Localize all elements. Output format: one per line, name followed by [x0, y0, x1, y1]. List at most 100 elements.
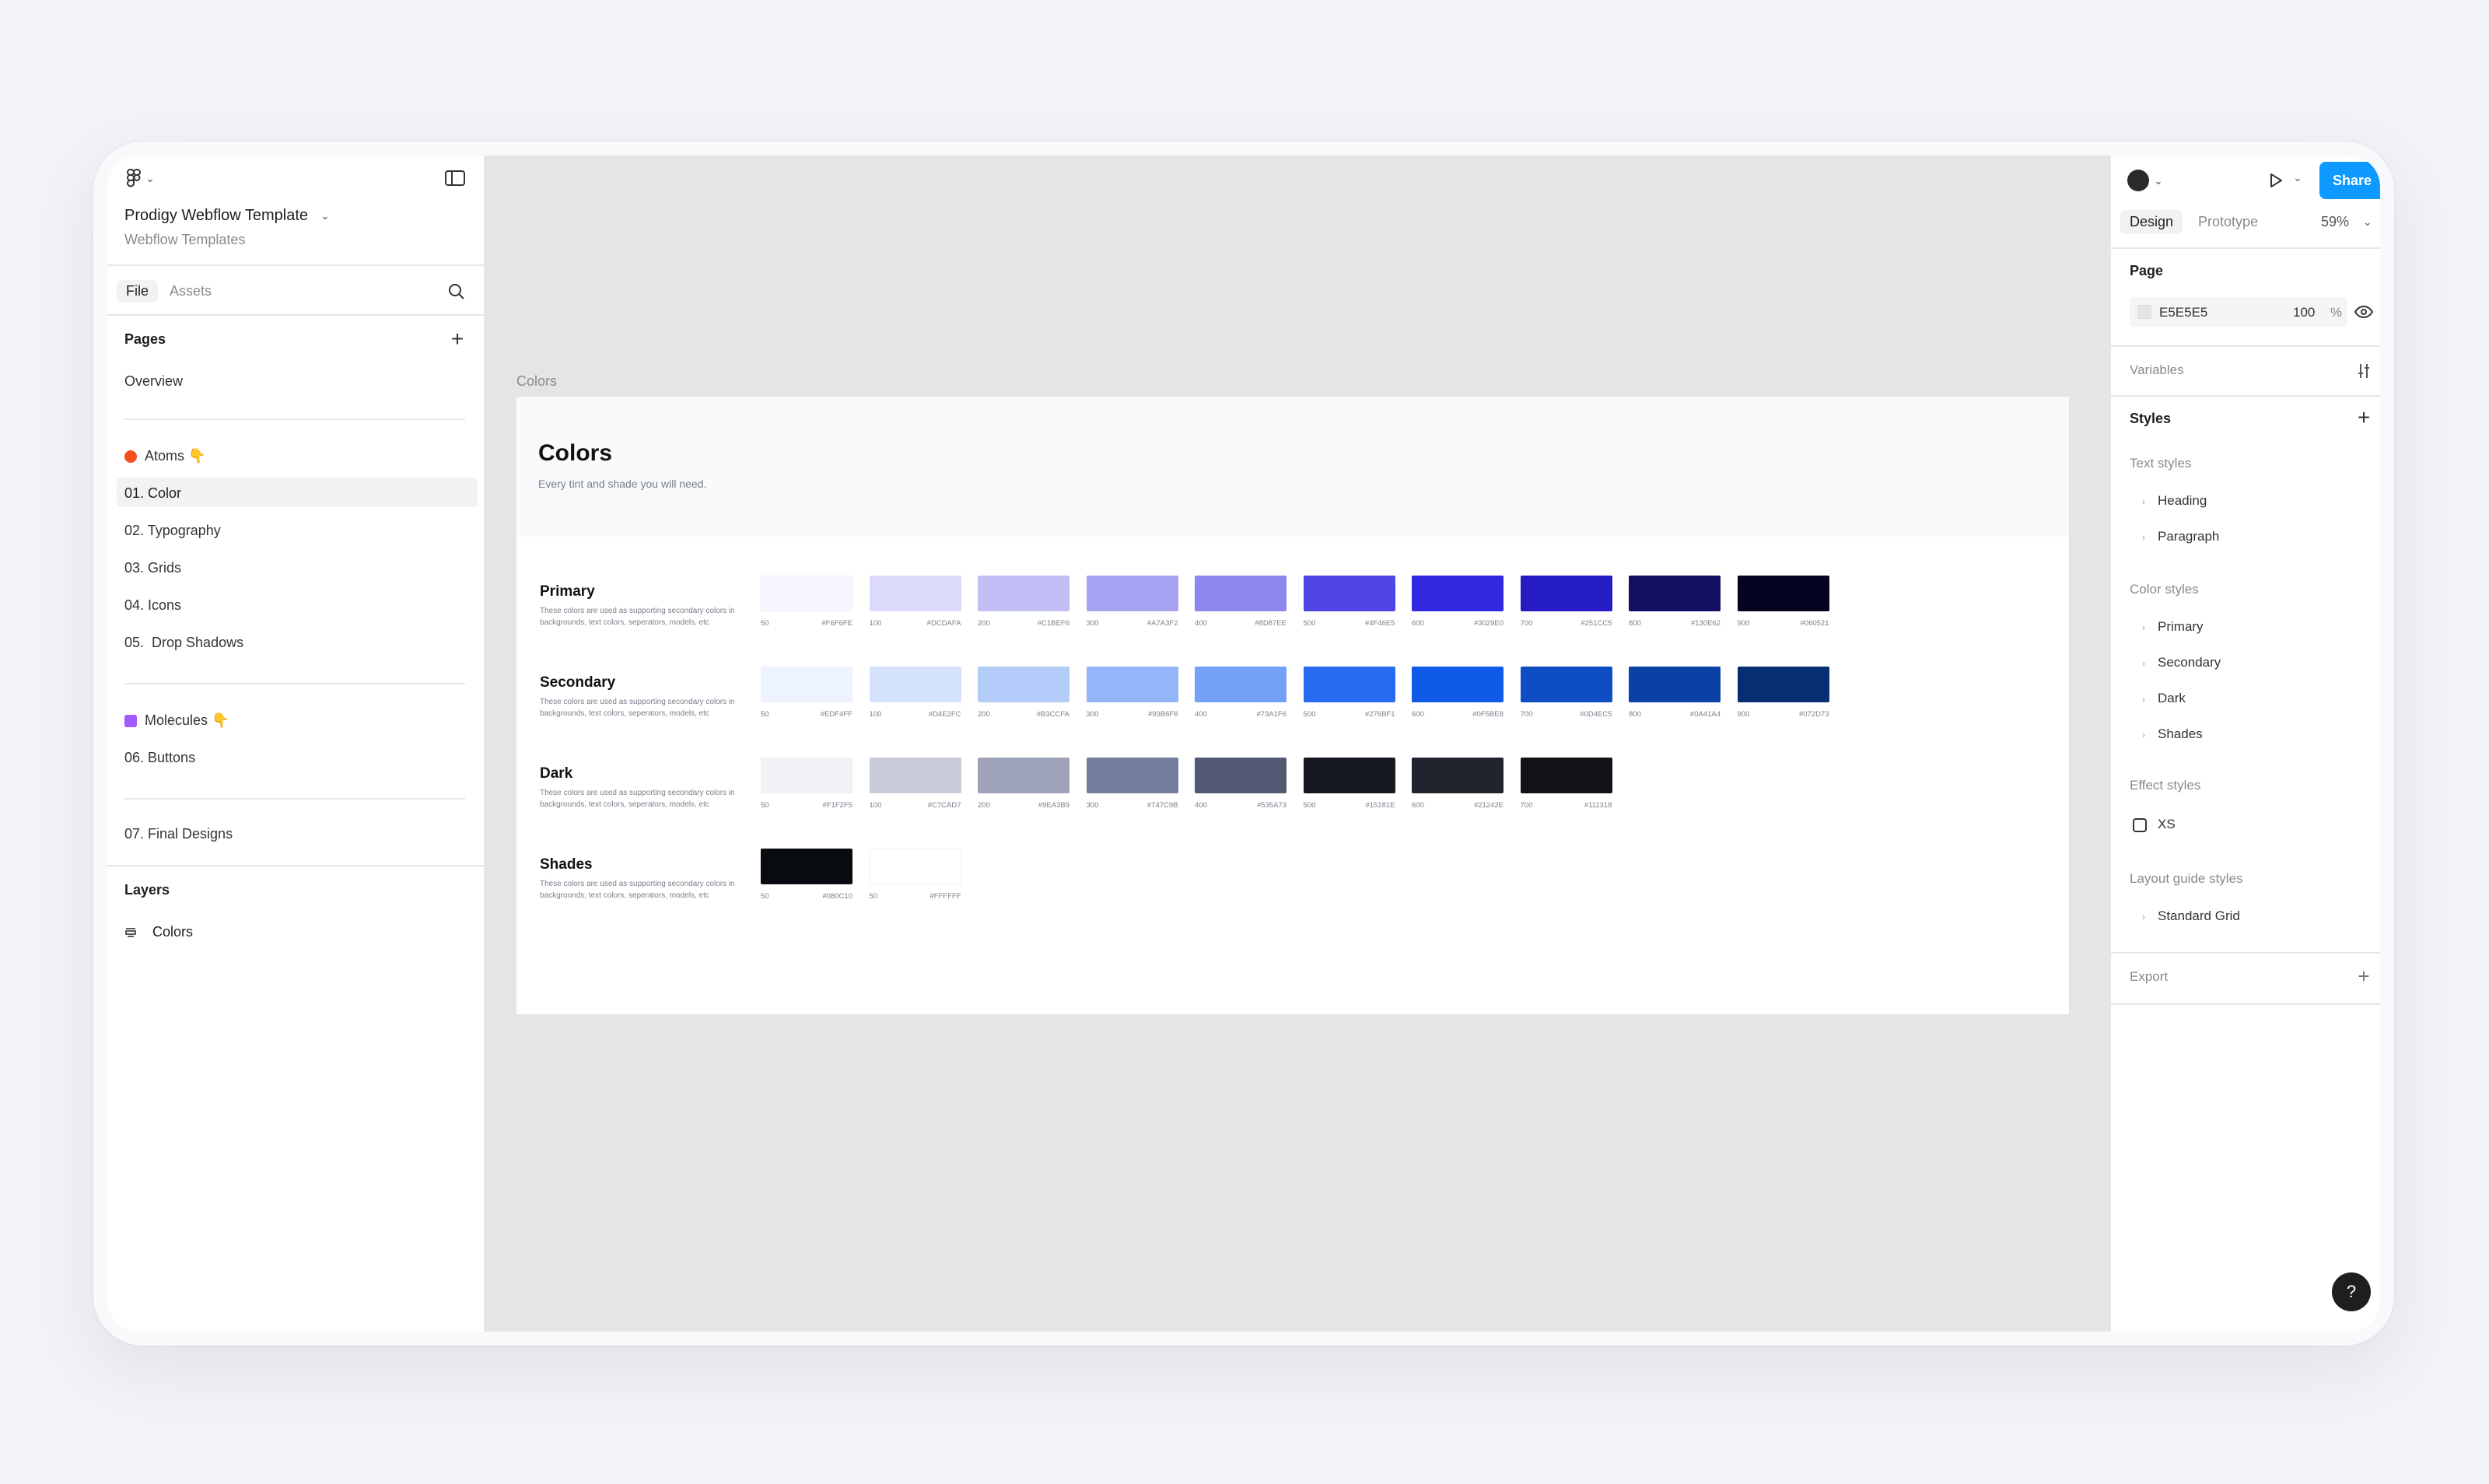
color-swatch[interactable] [869, 849, 961, 884]
layers-heading: Layers [124, 882, 170, 898]
color-swatch[interactable] [1303, 576, 1395, 611]
chevron-down-icon[interactable]: ⌄ [2293, 171, 2302, 184]
color-swatch[interactable] [1303, 758, 1395, 793]
page-buttons[interactable]: 06. Buttons [124, 750, 195, 766]
share-button[interactable]: Share [2319, 162, 2380, 199]
page-grids[interactable]: 03. Grids [124, 560, 181, 576]
color-swatch[interactable] [1629, 667, 1721, 702]
style-standard-grid[interactable]: Standard Grid [2158, 908, 2240, 924]
page-color-hex[interactable]: E5E5E5 [2159, 305, 2207, 320]
add-export-icon[interactable]: + [2354, 964, 2374, 988]
swatch-step: 200 [978, 801, 990, 810]
toggle-sidebar-button[interactable] [442, 168, 468, 188]
style-xs[interactable]: XS [2158, 817, 2176, 832]
chevron-right-icon[interactable]: › [2142, 532, 2145, 543]
style-secondary[interactable]: Secondary [2158, 655, 2221, 670]
frame-label[interactable]: Colors [516, 373, 557, 390]
color-swatch[interactable] [1520, 667, 1612, 702]
color-swatch[interactable] [1520, 576, 1612, 611]
page-molecules[interactable]: Molecules 👇 [124, 712, 229, 729]
user-menu[interactable]: ⌄ [2123, 166, 2167, 194]
divider [2111, 345, 2380, 347]
swatch-step: 600 [1412, 801, 1424, 810]
add-page-icon[interactable]: + [446, 327, 468, 351]
swatch-group-description: These colors are used as supporting seco… [540, 789, 735, 809]
swatch-step: 400 [1195, 801, 1207, 810]
pages-heading: Pages [124, 331, 166, 347]
style-shades[interactable]: Shades [2158, 726, 2203, 742]
team-name[interactable]: Webflow Templates [124, 232, 245, 248]
tab-prototype[interactable]: Prototype [2198, 214, 2258, 230]
help-button[interactable]: ? [2332, 1272, 2371, 1311]
color-swatch[interactable] [978, 576, 1069, 611]
color-swatch[interactable] [1086, 758, 1178, 793]
page-atoms[interactable]: Atoms 👇 [124, 448, 205, 464]
canvas[interactable]: Colors Colors Every tint and shade you w… [485, 156, 2109, 1332]
variables-label[interactable]: Variables [2130, 362, 2184, 378]
page-label: Molecules 👇 [145, 712, 229, 728]
color-swatch[interactable] [1737, 576, 1829, 611]
figma-menu[interactable]: ⌄ [121, 166, 160, 190]
export-label[interactable]: Export [2130, 969, 2168, 985]
add-style-icon[interactable]: + [2354, 405, 2374, 429]
visibility-toggle[interactable] [2352, 300, 2375, 324]
avatar [2127, 170, 2150, 191]
page-overview[interactable]: Overview [124, 373, 183, 390]
style-heading[interactable]: Heading [2158, 493, 2207, 509]
present-button[interactable] [2263, 168, 2288, 193]
swatch-hex: #072D73 [1798, 710, 1829, 719]
color-swatch[interactable] [1629, 576, 1721, 611]
page-typography[interactable]: 02. Typography [124, 523, 221, 539]
style-paragraph[interactable]: Paragraph [2158, 529, 2219, 544]
color-swatch[interactable] [1520, 758, 1612, 793]
page-drop-shadows[interactable]: 05. Drop Shadows [124, 635, 243, 651]
zoom-control[interactable]: 59% ⌄ [2321, 214, 2372, 230]
color-swatch[interactable] [869, 576, 961, 611]
color-swatch[interactable] [1195, 758, 1287, 793]
color-swatch[interactable] [1195, 576, 1287, 611]
effect-square-icon [2133, 818, 2147, 832]
divider [107, 314, 485, 316]
style-dark[interactable]: Dark [2158, 691, 2186, 706]
color-swatch[interactable] [761, 849, 852, 884]
colors-frame[interactable]: Colors Every tint and shade you will nee… [516, 397, 2069, 1014]
color-swatch[interactable] [1195, 667, 1287, 702]
chevron-right-icon[interactable]: › [2142, 694, 2145, 705]
color-swatch[interactable] [1412, 667, 1504, 702]
style-primary[interactable]: Primary [2158, 619, 2204, 635]
color-swatch[interactable] [869, 667, 961, 702]
file-title[interactable]: Prodigy Webflow Template ⌄ [124, 207, 330, 225]
page-color-field[interactable]: E5E5E5 100 % [2130, 297, 2347, 327]
color-swatch[interactable] [1086, 667, 1178, 702]
color-swatch-icon [2137, 305, 2151, 319]
color-swatch[interactable] [1303, 667, 1395, 702]
tab-file[interactable]: File [117, 280, 159, 303]
tab-design[interactable]: Design [2120, 210, 2183, 234]
swatch-step: 200 [978, 619, 990, 628]
chevron-right-icon[interactable]: › [2142, 730, 2145, 740]
variables-button[interactable] [2354, 361, 2374, 381]
chevron-right-icon[interactable]: › [2142, 496, 2145, 507]
page-color[interactable]: 01. Color [124, 485, 181, 502]
color-swatch[interactable] [978, 758, 1069, 793]
color-swatch[interactable] [1412, 758, 1504, 793]
page-icons[interactable]: 04. Icons [124, 597, 181, 614]
color-swatch[interactable] [869, 758, 961, 793]
color-swatch[interactable] [761, 758, 852, 793]
color-swatch[interactable] [1412, 576, 1504, 611]
page-opacity[interactable]: 100 [2293, 305, 2315, 320]
color-swatch[interactable] [978, 667, 1069, 702]
color-swatch[interactable] [1086, 576, 1178, 611]
search-button[interactable] [445, 280, 468, 303]
color-swatch[interactable] [1737, 667, 1829, 702]
search-icon [449, 284, 464, 299]
chevron-right-icon[interactable]: › [2142, 622, 2145, 633]
tab-assets[interactable]: Assets [170, 283, 212, 299]
chevron-right-icon[interactable]: › [2142, 658, 2145, 669]
layer-colors[interactable]: Colors [124, 924, 193, 940]
color-swatch[interactable] [761, 667, 852, 702]
page-final-designs[interactable]: 07. Final Designs [124, 826, 233, 842]
chevron-right-icon[interactable]: › [2142, 912, 2145, 922]
color-swatch[interactable] [761, 576, 852, 611]
swatch-step: 400 [1195, 710, 1207, 719]
